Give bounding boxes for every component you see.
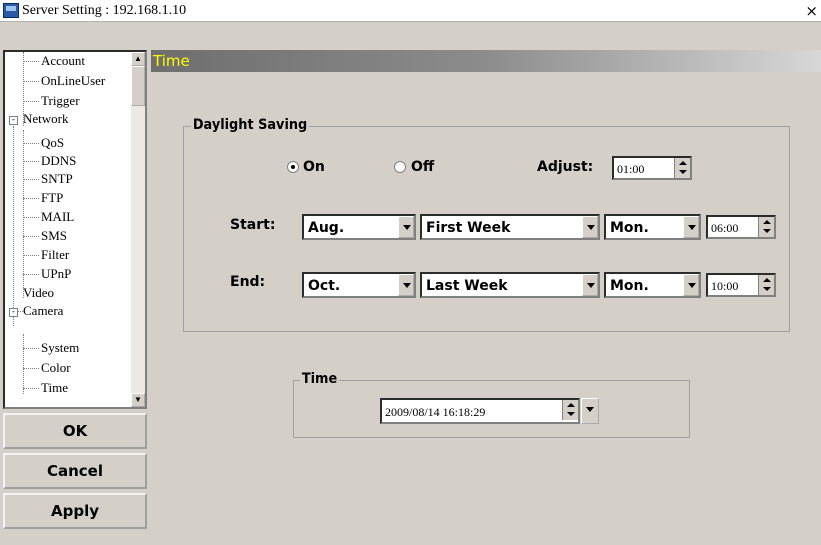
end-time-spin-buttons[interactable] [758, 275, 774, 295]
ok-button[interactable]: OK [3, 413, 147, 449]
time-group-title: Time [300, 371, 340, 387]
start-day-select[interactable]: Mon. [604, 214, 701, 240]
dst-on-label[interactable]: On [303, 159, 325, 175]
start-month-select[interactable]: Aug. [302, 214, 416, 240]
end-time-spinner[interactable]: 10:00 [706, 273, 776, 297]
chevron-down-icon[interactable] [683, 274, 699, 296]
chevron-down-icon[interactable] [398, 274, 414, 296]
scroll-thumb[interactable] [131, 66, 145, 106]
adjust-label: Adjust: [537, 159, 594, 175]
section-title: Time [153, 52, 190, 70]
close-icon[interactable]: × [805, 2, 818, 20]
chevron-down-icon[interactable] [582, 399, 598, 421]
camera-collapse-icon[interactable]: - [9, 308, 18, 317]
window-title: Server Setting : 192.168.1.10 [22, 3, 187, 18]
start-day-value: Mon. [610, 220, 649, 236]
datetime-spin-buttons[interactable] [562, 400, 578, 420]
end-label: End: [230, 274, 266, 290]
adjust-spin-buttons[interactable] [674, 158, 690, 178]
scroll-up-icon[interactable]: ▲ [131, 52, 145, 66]
adjust-spinner[interactable]: 01:00 [612, 156, 692, 180]
datetime-picker[interactable]: 2009/08/14 16:18:29 [380, 398, 580, 424]
start-time-value[interactable]: 06:00 [711, 221, 738, 236]
tree-item-filter[interactable]: Filter [41, 248, 69, 262]
daylight-saving-title: Daylight Saving [191, 117, 310, 133]
tree-item-trigger[interactable]: Trigger [41, 94, 80, 108]
tree-item-system[interactable]: System [41, 341, 79, 355]
tree-item-qos[interactable]: QoS [41, 136, 64, 150]
dst-on-radio[interactable] [287, 161, 299, 173]
section-header: Time [151, 50, 821, 72]
end-day-value: Mon. [610, 278, 649, 294]
tree-item-mail[interactable]: MAIL [41, 210, 74, 224]
settings-tree[interactable]: Account OnLineUser Trigger - Network QoS… [3, 50, 147, 409]
scroll-down-icon[interactable]: ▼ [131, 393, 145, 407]
start-time-spinner[interactable]: 06:00 [706, 215, 776, 239]
tree-item-camera[interactable]: Camera [23, 304, 63, 318]
adjust-value[interactable]: 01:00 [617, 162, 644, 177]
title-bar: Server Setting : 192.168.1.10 × [0, 0, 821, 22]
tree-scrollbar[interactable]: ▲ ▼ [131, 52, 145, 407]
tree-item-ftp[interactable]: FTP [41, 191, 63, 205]
chevron-down-icon[interactable] [582, 216, 598, 238]
end-month-select[interactable]: Oct. [302, 272, 416, 298]
tree-item-upnp[interactable]: UPnP [41, 267, 71, 281]
tree-item-account[interactable]: Account [41, 54, 85, 68]
tree-item-onlineuser[interactable]: OnLineUser [41, 74, 105, 88]
dst-off-label[interactable]: Off [411, 159, 434, 175]
tree-item-sms[interactable]: SMS [41, 229, 67, 243]
end-week-value: Last Week [426, 278, 508, 294]
tree-item-color[interactable]: Color [41, 361, 71, 375]
datetime-value[interactable]: 2009/08/14 16:18:29 [385, 405, 485, 420]
chevron-down-icon[interactable] [683, 216, 699, 238]
chevron-down-icon[interactable] [398, 216, 414, 238]
app-icon [3, 3, 19, 18]
tree-item-video[interactable]: Video [23, 286, 54, 300]
cancel-button[interactable]: Cancel [3, 453, 147, 489]
end-day-select[interactable]: Mon. [604, 272, 701, 298]
end-week-select[interactable]: Last Week [420, 272, 600, 298]
start-week-select[interactable]: First Week [420, 214, 600, 240]
tree-item-sntp[interactable]: SNTP [41, 172, 73, 186]
datetime-dropdown[interactable] [581, 398, 599, 424]
end-month-value: Oct. [308, 278, 341, 294]
apply-button[interactable]: Apply [3, 493, 147, 529]
chevron-down-icon[interactable] [582, 274, 598, 296]
tree-item-network[interactable]: Network [23, 112, 69, 126]
dst-off-radio[interactable] [394, 161, 406, 173]
start-week-value: First Week [426, 220, 511, 236]
end-time-value[interactable]: 10:00 [711, 279, 738, 294]
start-time-spin-buttons[interactable] [758, 217, 774, 237]
start-label: Start: [230, 217, 276, 233]
tree-item-ddns[interactable]: DDNS [41, 154, 76, 168]
tree-item-time[interactable]: Time [41, 381, 68, 395]
network-collapse-icon[interactable]: - [9, 116, 18, 125]
start-month-value: Aug. [308, 220, 345, 236]
